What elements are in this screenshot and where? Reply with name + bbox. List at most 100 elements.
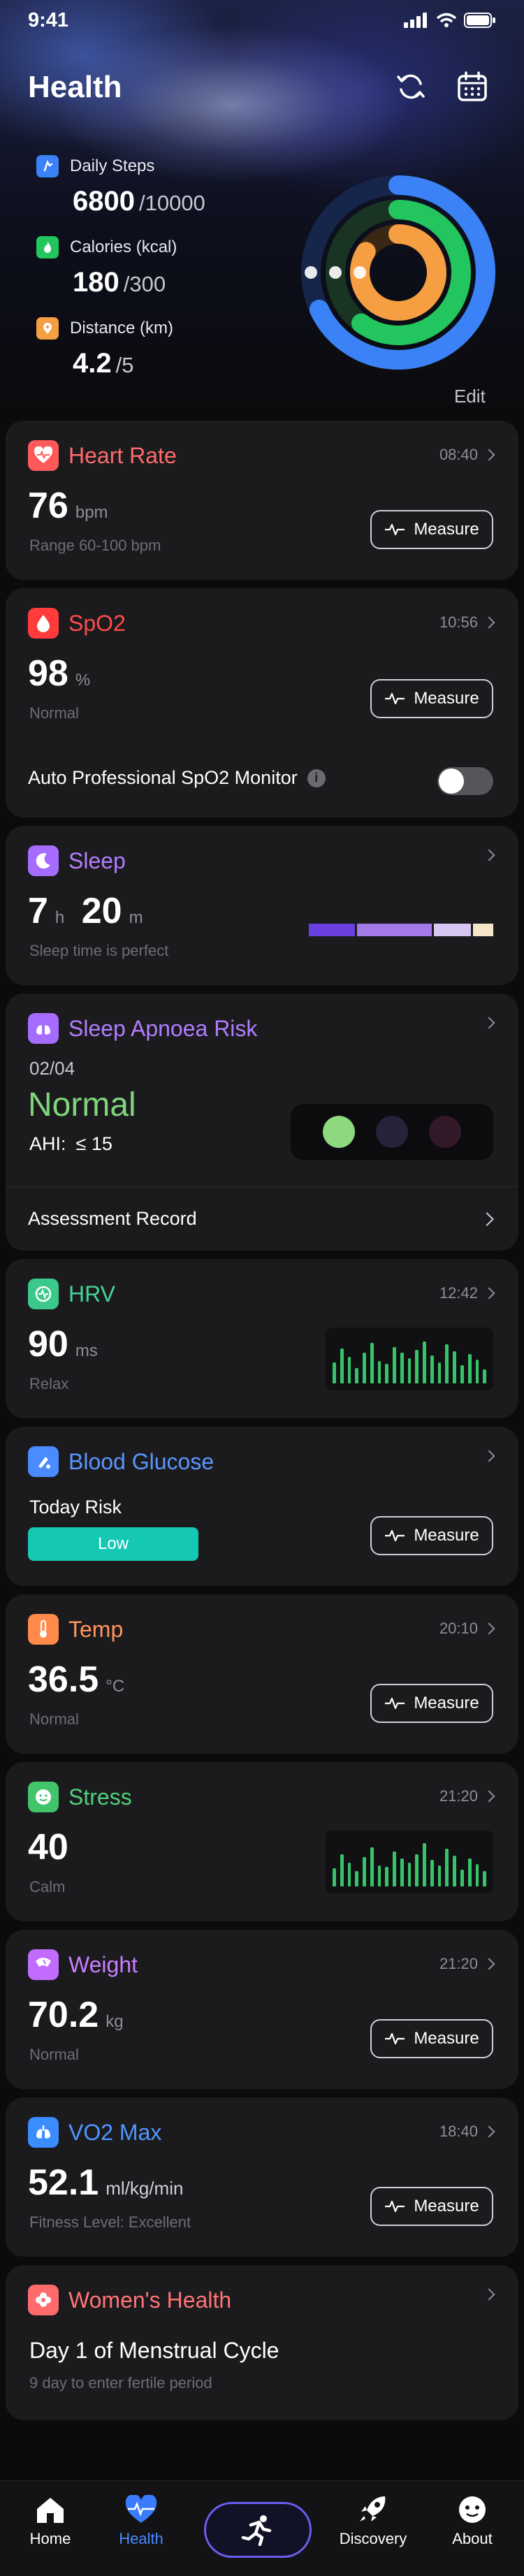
scale-icon — [28, 1949, 59, 1980]
weight-measure-button[interactable]: Measure — [370, 2019, 493, 2058]
thermometer-icon — [28, 1614, 59, 1645]
stress-sparkline — [326, 1831, 493, 1893]
blood-drop-icon — [28, 608, 59, 639]
ahi-label: AHI: — [29, 1133, 66, 1154]
distance-metric[interactable]: Distance (km) 4.2/5 — [36, 317, 173, 379]
chevron-right-icon — [483, 849, 495, 861]
sync-button[interactable] — [391, 67, 430, 106]
sparkline-bar — [460, 1365, 464, 1383]
sleep-card[interactable]: Sleep 7h 20 m Sleep time is perfect — [6, 826, 518, 985]
flame-icon — [36, 236, 59, 259]
smiley-icon — [28, 1782, 59, 1812]
glucose-risk-value: Low — [97, 1534, 129, 1553]
sparkline-bar — [467, 1354, 472, 1383]
workout-button[interactable] — [204, 2502, 312, 2558]
sparkline-bar — [332, 1362, 336, 1383]
nav-about-label: About — [452, 2530, 493, 2547]
heart-rate-card[interactable]: Heart Rate 08:40 76 bpm Range 60-100 bpm … — [6, 421, 518, 580]
apnoea-risk-indicator — [291, 1104, 493, 1160]
nav-discovery-label: Discovery — [339, 2530, 407, 2547]
vo2-measure-button[interactable]: Measure — [370, 2187, 493, 2226]
sleep-minutes-unit: m — [129, 908, 143, 927]
battery-icon — [464, 13, 495, 28]
temp-value: 36.5 — [28, 1659, 99, 1700]
glucose-meter-icon — [28, 1446, 59, 1477]
spo2-card[interactable]: SpO2 10:56 98% Normal Measure Auto Profe… — [6, 588, 518, 817]
heart-rate-value: 76 — [28, 486, 68, 526]
nav-health[interactable]: Health — [99, 2495, 183, 2548]
steps-icon — [36, 155, 59, 177]
sparkline-bar — [437, 1362, 442, 1383]
nav-discovery[interactable]: Discovery — [331, 2495, 415, 2548]
hrv-wave-icon — [28, 1279, 59, 1309]
sparkline-bar — [423, 1843, 426, 1886]
vo2-max-card[interactable]: VO2 Max 18:40 52.1 ml/kg/min Fitness Leve… — [6, 2097, 518, 2257]
glucose-title: Blood Glucose — [68, 1448, 214, 1474]
stress-card[interactable]: Stress 21:20 40 Calm — [6, 1762, 518, 1921]
spo2-unit: % — [75, 671, 91, 690]
sparkline-bar — [370, 1847, 374, 1886]
distance-ring — [350, 224, 446, 321]
distance-label: Distance (km) — [70, 319, 174, 337]
glucose-measure-button[interactable]: Measure — [370, 1516, 493, 1555]
weight-time: 21:20 — [439, 1955, 478, 1972]
sync-icon — [397, 74, 425, 99]
vo2-time: 18:40 — [439, 2123, 478, 2140]
stress-time: 21:20 — [439, 1787, 478, 1805]
steps-ring-marker-icon — [305, 266, 317, 279]
sleep-hours: 7 — [28, 891, 48, 931]
spo2-value: 98 — [28, 653, 68, 694]
edit-rings-button[interactable]: Edit — [454, 386, 486, 407]
sparkline-bar — [340, 1348, 344, 1383]
pulse-icon — [385, 692, 405, 705]
heart-rate-title: Heart Rate — [68, 442, 177, 468]
spo2-measure-button[interactable]: Measure — [370, 679, 493, 718]
nav-about[interactable]: About — [430, 2495, 514, 2548]
hrv-time: 12:42 — [439, 1284, 478, 1302]
sleep-minutes: 20 — [81, 891, 122, 931]
sleep-apnoea-card[interactable]: Sleep Apnoea Risk 02/04 Normal AHI: ≤ 15 … — [6, 994, 518, 1251]
rocket-icon — [360, 2496, 386, 2522]
sparkline-bar — [475, 1360, 479, 1383]
temp-measure-button[interactable]: Measure — [370, 1684, 493, 1723]
glucose-risk-label: Today Risk — [29, 1497, 122, 1518]
sparkline-bar — [453, 1351, 456, 1383]
spo2-monitor-toggle[interactable] — [437, 767, 493, 795]
assessment-record-label: Assessment Record — [28, 1208, 197, 1229]
blood-glucose-card[interactable]: Blood Glucose Today Risk Low Measure — [6, 1427, 518, 1586]
weight-unit: kg — [105, 2012, 124, 2031]
calories-value: 180 — [73, 267, 119, 298]
calendar-button[interactable] — [453, 67, 492, 106]
steps-goal: /10000 — [138, 191, 205, 215]
temp-status: Normal — [29, 1710, 79, 1728]
temp-measure-label: Measure — [414, 1694, 479, 1712]
stress-title: Stress — [68, 1784, 132, 1810]
sparkline-bar — [377, 1361, 381, 1383]
chevron-right-icon — [483, 1450, 495, 1462]
calories-metric[interactable]: Calories (kcal) 180/300 — [36, 236, 177, 298]
sparkline-bar — [475, 1864, 479, 1886]
sparkline-bar — [445, 1849, 449, 1886]
sparkline-bar — [445, 1344, 449, 1383]
heart-rate-time: 08:40 — [439, 446, 478, 463]
hrv-card[interactable]: HRV 12:42 90 ms Relax — [6, 1259, 518, 1418]
temp-card[interactable]: Temp 20:10 36.5 °C Normal Measure — [6, 1594, 518, 1754]
chevron-right-icon — [483, 1017, 495, 1029]
weight-card[interactable]: Weight 21:20 70.2 kg Normal Measure — [6, 1930, 518, 2089]
page-title: Health — [28, 70, 122, 104]
assessment-record-row[interactable]: Assessment Record — [6, 1186, 518, 1251]
vo2-measure-label: Measure — [414, 2197, 479, 2215]
activity-rings[interactable] — [293, 168, 503, 377]
sparkline-bar — [355, 1368, 359, 1383]
about-face-icon — [459, 2496, 486, 2523]
apnoea-status: Normal — [28, 1086, 136, 1123]
steps-metric[interactable]: Daily Steps 6800/10000 — [36, 155, 205, 217]
heart-rate-measure-button[interactable]: Measure — [370, 510, 493, 549]
nav-home[interactable]: Home — [8, 2495, 92, 2548]
steps-value: 6800 — [73, 186, 135, 217]
running-icon — [241, 2515, 272, 2546]
sparkline-bar — [400, 1858, 404, 1886]
womens-health-card[interactable]: Women's Health Day 1 of Menstrual Cycle … — [6, 2265, 518, 2420]
chevron-right-icon — [483, 1790, 495, 1803]
info-icon[interactable]: i — [307, 769, 326, 787]
